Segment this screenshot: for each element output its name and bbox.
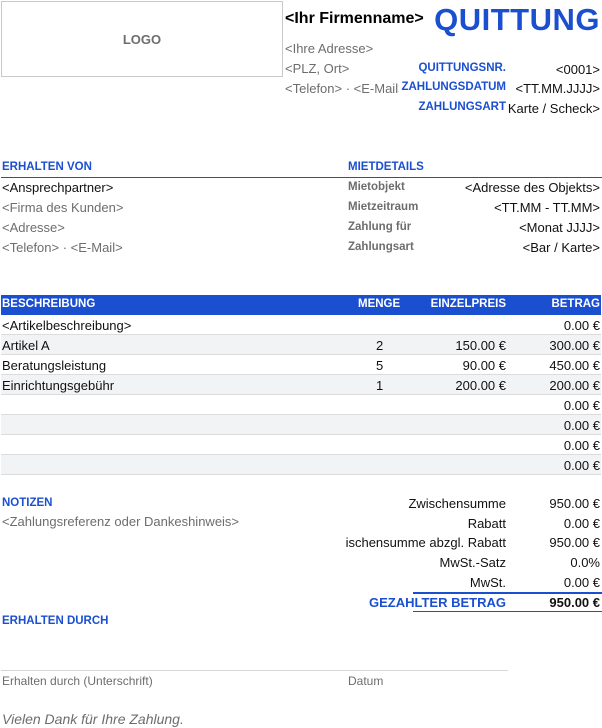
total-bottom-rule xyxy=(413,611,602,612)
column-amount: BETRAG xyxy=(551,298,600,310)
rental-details-heading: MIETDETAILS xyxy=(348,161,424,173)
rental-period-value: <TT.MM - TT.MM> xyxy=(494,200,600,215)
item-unit-price: 200.00 € xyxy=(455,378,506,393)
payment-method-value: Karte / Scheck> xyxy=(507,101,600,116)
discount-value: 0.00 € xyxy=(563,516,600,531)
company-address: <Ihre Adresse> xyxy=(285,41,374,56)
item-description: Beratungsleistung xyxy=(2,358,107,373)
company-name: <Ihr Firmenname> xyxy=(285,10,424,27)
total-top-rule xyxy=(413,592,602,594)
client-company: <Firma des Kunden> xyxy=(2,200,124,215)
table-row: <Artikelbeschreibung> 0.00 € xyxy=(1,315,601,335)
tax-value: 0.00 € xyxy=(563,575,600,590)
subtotal-less-discount-value: 950.00 € xyxy=(549,535,600,550)
company-contact: <Telefon> · <E-Mail> xyxy=(285,81,406,96)
subtotal-value: 950.00 € xyxy=(549,496,600,511)
subtotal-label: Zwischensumme xyxy=(408,496,506,511)
discount-label: Rabatt xyxy=(467,516,506,531)
company-zip-city: <PLZ, Ort> xyxy=(285,61,350,76)
item-amount: 0.00 € xyxy=(563,418,600,433)
item-quantity: 2 xyxy=(376,338,384,353)
table-row: Artikel A 2 150.00 € 300.00 € xyxy=(1,335,601,355)
tax-rate-label: MwSt.-Satz xyxy=(439,555,506,570)
rental-object-label: Mietobjekt xyxy=(348,181,405,193)
signature-line xyxy=(1,670,508,671)
item-amount: 300.00 € xyxy=(549,338,600,353)
notes-text: <Zahlungsreferenz oder Dankeshinweis> xyxy=(2,514,240,529)
subtotal-less-discount-label: Zwischensumme abzgl. Rabatt xyxy=(346,535,506,550)
payment-for-value: <Monat JJJJ> xyxy=(519,220,600,235)
item-amount: 0.00 € xyxy=(563,318,600,333)
rental-period-label: Mietzeitraum xyxy=(348,201,419,213)
table-row: Einrichtungsgebühr 1 200.00 € 200.00 € xyxy=(1,375,601,395)
amount-paid-label: GEZAHLTER BETRAG xyxy=(369,595,506,610)
client-address: <Adresse> xyxy=(2,220,65,235)
payment-date-label: ZAHLUNGSDATUM xyxy=(399,81,506,93)
item-amount: 0.00 € xyxy=(563,458,600,473)
table-row: 0.00 € xyxy=(1,395,601,415)
logo-placeholder: LOGO xyxy=(1,1,283,77)
column-unit-price: EINZELPREIS xyxy=(430,298,506,310)
client-contact: <Telefon> · <E-Mail> xyxy=(2,240,123,255)
item-amount: 0.00 € xyxy=(563,438,600,453)
table-row: 0.00 € xyxy=(1,415,601,435)
column-quantity: MENGE xyxy=(358,298,401,310)
item-unit-price: 90.00 € xyxy=(462,358,506,373)
received-from-heading: ERHALTEN VON xyxy=(2,161,92,173)
item-amount: 0.00 € xyxy=(563,398,600,413)
tax-label: MwSt. xyxy=(469,575,506,590)
thank-you-note: Vielen Dank für Ihre Zahlung. xyxy=(2,711,184,727)
item-quantity: 1 xyxy=(376,378,384,393)
item-unit-price: 150.00 € xyxy=(455,338,506,353)
items-table-header: BESCHREIBUNG MENGE EINZELPREIS BETRAG xyxy=(1,295,601,315)
table-row: 0.00 € xyxy=(1,455,601,475)
contact-person: <Ansprechpartner> xyxy=(2,180,114,195)
section-divider xyxy=(1,177,602,178)
receipt-number-value: <0001> xyxy=(555,62,600,77)
table-row: 0.00 € xyxy=(1,435,601,455)
table-row: Beratungsleistung 5 90.00 € 450.00 € xyxy=(1,355,601,375)
notes-heading: NOTIZEN xyxy=(2,497,53,509)
tax-rate-value: 0.0% xyxy=(570,555,600,570)
rental-object-value: <Adresse des Objekts> xyxy=(464,180,600,195)
item-description: <Artikelbeschreibung> xyxy=(2,318,132,333)
signature-label: Erhalten durch (Unterschrift) xyxy=(2,674,153,688)
amount-paid-value: 950.00 € xyxy=(549,595,600,610)
item-amount: 200.00 € xyxy=(549,378,600,393)
receipt-number-label: QUITTUNGSNR. xyxy=(418,62,506,74)
item-description: Artikel A xyxy=(2,338,50,353)
payment-method-label: ZAHLUNGSART xyxy=(418,101,506,113)
payment-for-label: Zahlung für xyxy=(348,221,412,233)
rental-payment-method-label: Zahlungsart xyxy=(348,241,414,253)
received-by-heading: ERHALTEN DURCH xyxy=(2,615,109,627)
rental-payment-method-value: <Bar / Karte> xyxy=(522,240,600,255)
item-description: Einrichtungsgebühr xyxy=(2,378,115,393)
column-description: BESCHREIBUNG xyxy=(2,298,96,310)
document-title: QUITTUNG xyxy=(434,2,600,37)
item-quantity: 5 xyxy=(376,358,384,373)
date-label: Datum xyxy=(348,674,384,688)
item-amount: 450.00 € xyxy=(549,358,600,373)
payment-date-value: <TT.MM.JJJJ> xyxy=(515,81,600,96)
